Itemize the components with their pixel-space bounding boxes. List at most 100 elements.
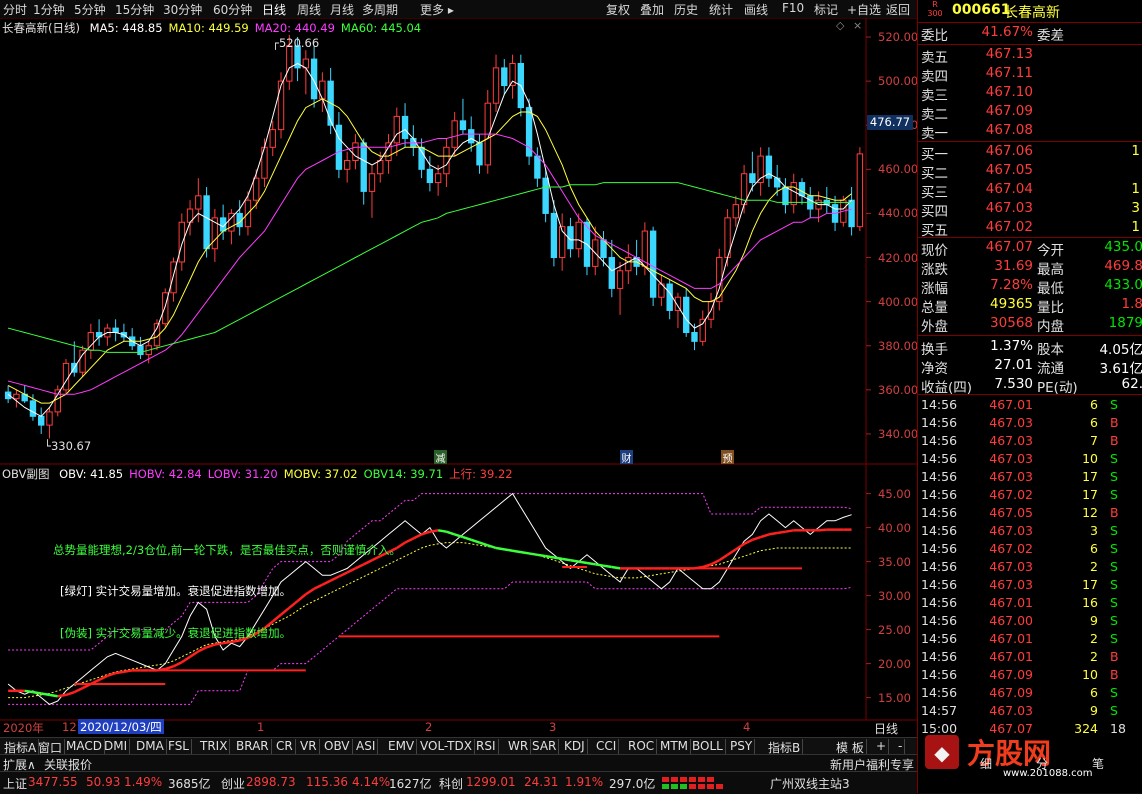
tab-brar[interactable]: BRAR — [234, 739, 272, 754]
tab-obv[interactable]: OBV — [322, 739, 353, 754]
close-icon[interactable]: × — [853, 19, 862, 32]
obv14-seg — [438, 530, 446, 531]
toolbar-button-1[interactable]: 叠加 — [640, 1, 664, 18]
stat-label2-7: PE(动) — [1037, 376, 1078, 396]
obv14-seg — [215, 643, 223, 644]
tab-wr[interactable]: WR — [506, 739, 531, 754]
obv14-seg — [529, 553, 537, 554]
sell-level-price-4[interactable]: 467.08 — [978, 122, 1033, 138]
obv-tick-5: 20.00 — [878, 657, 911, 671]
period-0[interactable]: 分时 — [3, 1, 27, 18]
obv14-seg — [347, 568, 355, 572]
event-tag-forecast[interactable]: 预 — [721, 450, 734, 464]
period-1[interactable]: 1分钟 — [33, 1, 65, 18]
tick-price-17: 467.03 — [973, 703, 1033, 718]
tab-emv[interactable]: EMV — [386, 739, 417, 754]
sh-index-name[interactable]: 上证 — [3, 775, 27, 792]
tab-窗口[interactable]: 窗口 — [36, 739, 65, 754]
period-10[interactable]: 更多 ▸ — [420, 1, 454, 18]
tick-side-11: S — [1110, 595, 1118, 610]
obv-legend-0: OBV: 41.85 — [59, 467, 123, 481]
quote-bottom-tab-2[interactable]: 笔 — [1092, 755, 1104, 772]
buy-level-price-2[interactable]: 467.04 — [978, 181, 1033, 197]
kc-index-name[interactable]: 科创 — [439, 775, 463, 792]
diamond-icon[interactable]: ◇ — [836, 19, 844, 32]
chart-toolbar: 复权叠加历史统计画线 F10 标记 +自选返回 — [598, 0, 917, 18]
tab-cci[interactable]: CCI — [594, 739, 619, 754]
period-3[interactable]: 15分钟 — [115, 1, 154, 18]
tab-right-2[interactable]: + — [874, 739, 889, 754]
toolbar-button-2[interactable]: 历史 — [674, 1, 698, 18]
toolbar-button-3[interactable]: 统计 — [709, 1, 733, 18]
buy-level-price-3[interactable]: 467.03 — [978, 200, 1033, 216]
toolbar-button-5[interactable]: F10 — [782, 1, 804, 15]
quote-separator — [918, 141, 1142, 142]
tab-psy[interactable]: PSY — [728, 739, 755, 754]
period-4[interactable]: 30分钟 — [163, 1, 202, 18]
stat-label-5: 换手 — [921, 338, 948, 358]
toolbar-button-0[interactable]: 复权 — [606, 1, 630, 18]
tab-roc[interactable]: ROC — [626, 739, 657, 754]
tab-kdj[interactable]: KDJ — [562, 739, 588, 754]
sell-level-price-2[interactable]: 467.10 — [978, 84, 1033, 100]
tab-right-3[interactable]: - — [896, 739, 905, 754]
period-2[interactable]: 5分钟 — [74, 1, 106, 18]
toolbar-button-6[interactable]: 标记 — [814, 1, 838, 18]
obv14-seg — [785, 530, 793, 531]
quote-bottom-tab-0[interactable]: 细 — [980, 755, 992, 772]
event-tag-reduce[interactable]: 减 — [434, 450, 447, 464]
period-6[interactable]: 日线 — [262, 1, 286, 18]
candle-body — [684, 297, 689, 332]
tab-cr[interactable]: CR — [274, 739, 296, 754]
tab-vr[interactable]: VR — [298, 739, 320, 754]
period-5[interactable]: 60分钟 — [213, 1, 252, 18]
sell-level-price-1[interactable]: 467.11 — [978, 65, 1033, 81]
tab-指标a[interactable]: 指标A — [2, 739, 39, 754]
toolbar-button-7[interactable]: +自选 — [847, 1, 881, 18]
stat-value2-1: 469.8 — [1083, 258, 1142, 274]
candle-body — [493, 68, 498, 103]
tab-right-0[interactable]: 指标B — [766, 739, 803, 754]
tab-boll[interactable]: BOLL — [690, 739, 726, 754]
event-tag-finance[interactable]: 财 — [620, 450, 633, 464]
market-breadth-icon — [662, 777, 758, 789]
buy-level-price-0[interactable]: 467.06 — [978, 143, 1033, 159]
stat-label2-1: 最高 — [1037, 258, 1064, 278]
obv14-seg — [562, 559, 570, 560]
tab-sar[interactable]: SAR — [530, 739, 559, 754]
sell-level-price-0[interactable]: 467.13 — [978, 46, 1033, 62]
quote-bottom-tab-1[interactable]: 分 — [1036, 755, 1048, 772]
period-label[interactable]: 日线 — [874, 720, 898, 737]
tick-time-8: 14:56 — [921, 541, 957, 556]
tab-mtm[interactable]: MTM — [658, 739, 691, 754]
tab-dma[interactable]: DMA — [134, 739, 167, 754]
candle-body — [609, 258, 614, 289]
toolbar-button-4[interactable]: 画线 — [744, 1, 768, 18]
stat-label2-0: 今开 — [1037, 239, 1064, 259]
buy-level-price-1[interactable]: 467.05 — [978, 162, 1033, 178]
cy-index-name[interactable]: 创业 — [221, 775, 245, 792]
tab-macd[interactable]: MACD — [64, 739, 105, 754]
tab-dmi[interactable]: DMI — [102, 739, 130, 754]
period-7[interactable]: 周线 — [297, 1, 321, 18]
toolbar-button-8[interactable]: 返回 — [886, 1, 910, 18]
server-station[interactable]: 广州双线主站3 — [770, 775, 850, 792]
tab-right-1[interactable]: 模 板 — [834, 739, 867, 754]
tab-trix[interactable]: TRIX — [198, 739, 230, 754]
obv14-seg — [413, 534, 421, 538]
period-8[interactable]: 月线 — [330, 1, 354, 18]
tab-asi[interactable]: ASI — [354, 739, 378, 754]
tab-vol-tdx[interactable]: VOL-TDX — [418, 739, 475, 754]
tick-price-2: 467.03 — [973, 433, 1033, 448]
obv14-seg — [116, 672, 124, 673]
date-m1: 1 — [257, 720, 264, 734]
obv14-seg — [570, 560, 578, 561]
period-9[interactable]: 多周期 — [362, 1, 398, 18]
tick-time-11: 14:56 — [921, 595, 957, 610]
tab-rsi[interactable]: RSI — [474, 739, 499, 754]
tab-fsl[interactable]: FSL — [166, 739, 192, 754]
candle-body — [369, 174, 374, 192]
tick-side-15: B — [1110, 667, 1119, 682]
buy-level-price-4[interactable]: 467.02 — [978, 219, 1033, 235]
sell-level-price-3[interactable]: 467.09 — [978, 103, 1033, 119]
